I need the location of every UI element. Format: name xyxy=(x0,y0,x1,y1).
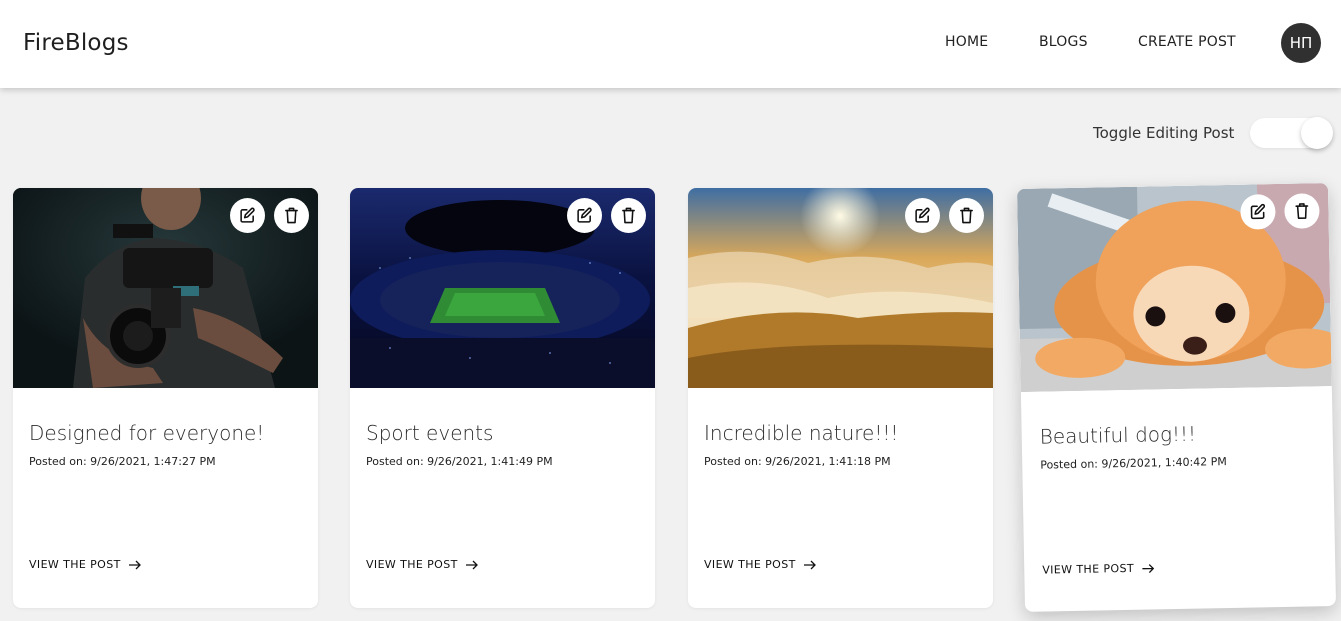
post-title: Incredible nature!!! xyxy=(704,421,899,445)
delete-post-button[interactable] xyxy=(274,198,309,233)
arrow-right-icon xyxy=(128,560,141,569)
trash-icon xyxy=(622,207,635,224)
post-image-photographer xyxy=(13,188,318,388)
trash-icon xyxy=(285,207,298,224)
toggle-editing-switch[interactable] xyxy=(1250,117,1333,149)
blog-card: Designed for everyone! Posted on: 9/26/2… xyxy=(13,188,318,608)
edit-icon xyxy=(915,207,930,223)
view-post-label: VIEW THE POST xyxy=(704,558,796,571)
view-post-link[interactable]: VIEW THE POST xyxy=(704,558,816,571)
edit-icon xyxy=(240,207,255,223)
toggle-editing-label: Toggle Editing Post xyxy=(1093,124,1235,142)
delete-post-button[interactable] xyxy=(611,198,646,233)
view-post-label: VIEW THE POST xyxy=(366,558,458,571)
top-navbar: FireBlogs HOME BLOGS CREATE POST НП xyxy=(0,0,1341,88)
nav-blogs[interactable]: BLOGS xyxy=(1039,34,1088,50)
view-post-label: VIEW THE POST xyxy=(29,558,121,571)
edit-post-button[interactable] xyxy=(230,198,265,233)
user-avatar[interactable]: НП xyxy=(1281,23,1321,63)
view-post-link[interactable]: VIEW THE POST xyxy=(366,558,478,571)
arrow-right-icon xyxy=(465,560,478,569)
blog-card: Sport events Posted on: 9/26/2021, 1:41:… xyxy=(350,188,655,608)
blog-card: Beautiful dog!!! Posted on: 9/26/2021, 1… xyxy=(1016,183,1337,612)
post-image-stadium xyxy=(350,188,655,388)
post-date: Posted on: 9/26/2021, 1:40:42 PM xyxy=(1040,455,1227,472)
site-logo[interactable]: FireBlogs xyxy=(23,30,129,56)
toggle-knob[interactable] xyxy=(1301,117,1333,149)
post-date: Posted on: 9/26/2021, 1:41:18 PM xyxy=(704,455,891,468)
nav-home[interactable]: HOME xyxy=(945,34,988,50)
post-date: Posted on: 9/26/2021, 1:47:27 PM xyxy=(29,455,216,468)
post-date: Posted on: 9/26/2021, 1:41:49 PM xyxy=(366,455,553,468)
edit-post-button[interactable] xyxy=(905,198,940,233)
post-title: Sport events xyxy=(366,421,494,445)
arrow-right-icon xyxy=(1141,563,1154,573)
edit-post-button[interactable] xyxy=(1240,194,1276,230)
nav-create-post[interactable]: CREATE POST xyxy=(1138,34,1236,50)
edit-icon xyxy=(577,207,592,223)
delete-post-button[interactable] xyxy=(949,198,984,233)
trash-icon xyxy=(1295,203,1309,219)
edit-post-button[interactable] xyxy=(567,198,602,233)
post-title: Beautiful dog!!! xyxy=(1039,421,1197,449)
view-post-link[interactable]: VIEW THE POST xyxy=(1042,561,1154,577)
post-image-dog xyxy=(1016,183,1332,392)
trash-icon xyxy=(960,207,973,224)
arrow-right-icon xyxy=(803,560,816,569)
post-title: Designed for everyone! xyxy=(29,421,265,445)
view-post-link[interactable]: VIEW THE POST xyxy=(29,558,141,571)
post-image-nature xyxy=(688,188,993,388)
blog-card: Incredible nature!!! Posted on: 9/26/202… xyxy=(688,188,993,608)
edit-icon xyxy=(1250,203,1266,220)
delete-post-button[interactable] xyxy=(1284,193,1320,229)
view-post-label: VIEW THE POST xyxy=(1042,561,1135,577)
